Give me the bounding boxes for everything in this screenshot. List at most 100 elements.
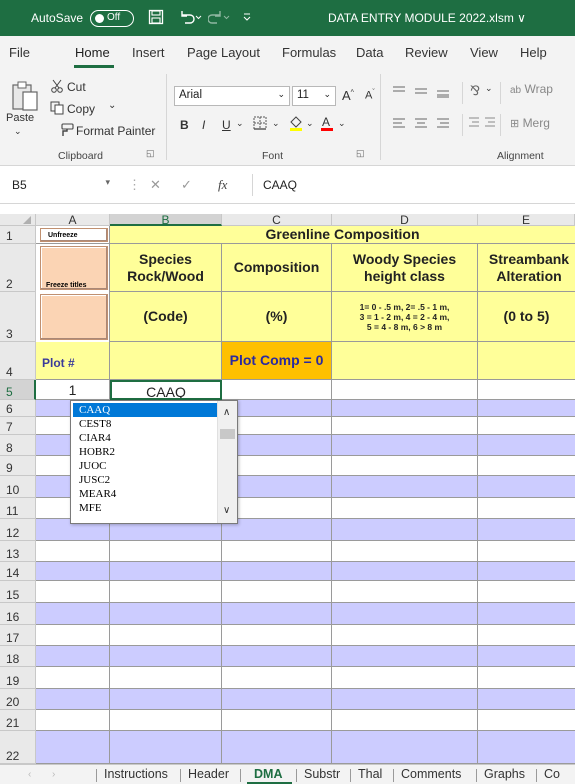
data-cell[interactable] (222, 456, 332, 476)
data-cell[interactable] (478, 581, 575, 603)
species-dropdown-list[interactable]: CAAQ CEST8 CIAR4 HOBR2 JUOC JUSC2 MEAR4 … (70, 400, 238, 524)
decrease-font-size-icon[interactable]: Aˇ (365, 89, 375, 102)
dropdown-scrollbar[interactable]: ∧ ∨ (217, 401, 237, 523)
copy-button[interactable]: Copy (67, 102, 95, 116)
borders-icon[interactable] (252, 115, 268, 134)
cell-e4[interactable] (478, 342, 575, 380)
data-cell[interactable] (478, 476, 575, 498)
dropdown-option[interactable]: HOBR2 (73, 445, 217, 459)
dropdown-option[interactable]: JUOC (73, 459, 217, 473)
insert-function-button[interactable]: fx (218, 177, 227, 193)
paste-button[interactable]: Paste (6, 112, 34, 124)
data-cell[interactable] (222, 541, 332, 562)
data-cell[interactable] (478, 625, 575, 646)
menu-data[interactable]: Data (356, 45, 383, 60)
row-header[interactable]: 17 (0, 625, 36, 646)
column-header-a[interactable]: A (36, 214, 110, 226)
data-cell[interactable] (222, 731, 332, 764)
paste-chevron-icon[interactable]: ⌄ (14, 126, 22, 137)
cell-a5[interactable]: 1 (36, 380, 110, 400)
data-cell[interactable] (222, 710, 332, 731)
data-cell[interactable] (222, 476, 332, 498)
data-cell[interactable] (222, 435, 332, 456)
data-cell[interactable] (332, 519, 478, 541)
data-cell[interactable] (222, 400, 332, 417)
tab-graphs[interactable]: Graphs (484, 767, 525, 781)
bold-button[interactable]: B (180, 118, 189, 132)
tab-co[interactable]: Co (544, 767, 560, 781)
row-header[interactable]: 5 (0, 380, 36, 400)
row-header[interactable]: 12 (0, 519, 36, 541)
data-cell[interactable] (36, 731, 110, 764)
save-icon[interactable] (148, 9, 164, 29)
scroll-down-icon[interactable]: ∨ (223, 505, 230, 516)
format-painter-icon[interactable] (58, 123, 74, 140)
data-cell[interactable] (332, 476, 478, 498)
dropdown-option[interactable]: CIAR4 (73, 431, 217, 445)
increase-font-size-icon[interactable]: A^ (342, 88, 354, 103)
data-cell[interactable] (332, 625, 478, 646)
data-cell[interactable] (110, 731, 222, 764)
data-cell[interactable] (332, 667, 478, 689)
greenline-composition-title[interactable]: Greenline Composition (110, 226, 575, 244)
column-header-e[interactable]: E (478, 214, 575, 226)
data-cell[interactable] (36, 689, 110, 710)
data-cell[interactable] (478, 562, 575, 581)
cell-d4[interactable] (332, 342, 478, 380)
data-cell[interactable] (332, 710, 478, 731)
data-cell[interactable] (222, 417, 332, 435)
data-cell[interactable] (110, 646, 222, 667)
cut-icon[interactable] (50, 79, 64, 96)
data-cell[interactable] (222, 625, 332, 646)
data-cell[interactable] (110, 603, 222, 625)
menu-page-layout[interactable]: Page Layout (187, 45, 260, 60)
chevron-down-icon[interactable]: ⌄ (306, 118, 314, 129)
data-cell[interactable] (478, 710, 575, 731)
data-cell[interactable] (478, 731, 575, 764)
data-cell[interactable] (332, 562, 478, 581)
dropdown-option[interactable]: CEST8 (73, 417, 217, 431)
data-cell[interactable] (110, 625, 222, 646)
data-cell[interactable] (110, 710, 222, 731)
data-cell[interactable] (36, 667, 110, 689)
cell-b5-active[interactable]: CAAQ (110, 380, 222, 400)
woody-height-codes[interactable]: 1= 0 - .5 m, 2= .5 - 1 m, 3 = 1 - 2 m, 4… (332, 292, 478, 342)
row-header[interactable]: 15 (0, 581, 36, 603)
tab-substr[interactable]: Substr (304, 767, 340, 781)
data-cell[interactable] (36, 562, 110, 581)
menu-file[interactable]: File (9, 45, 30, 60)
dropdown-option[interactable]: CAAQ (73, 403, 217, 417)
merge-center-button[interactable]: ⊞ Merg (510, 116, 550, 130)
undo-icon[interactable] (178, 9, 202, 29)
data-cell[interactable] (36, 646, 110, 667)
copy-chevron-icon[interactable]: ⌄ (108, 100, 116, 111)
data-cell[interactable] (478, 541, 575, 562)
clipboard-launcher-icon[interactable]: ◱ (146, 148, 155, 159)
tab-thal[interactable]: Thal (358, 767, 382, 781)
tab-comments[interactable]: Comments (401, 767, 461, 781)
data-cell[interactable] (332, 456, 478, 476)
chevron-down-icon[interactable]: ⌄ (338, 118, 346, 129)
cell-b4[interactable] (110, 342, 222, 380)
customize-toolbar-icon[interactable] (242, 9, 252, 29)
species-header[interactable]: Species Rock/Wood (110, 244, 222, 292)
tab-header[interactable]: Header (188, 767, 229, 781)
row-header[interactable]: 8 (0, 435, 36, 456)
row-header[interactable]: 7 (0, 417, 36, 435)
copy-icon[interactable] (50, 101, 65, 118)
data-cell[interactable] (332, 603, 478, 625)
scroll-thumb[interactable] (220, 429, 235, 439)
menu-insert[interactable]: Insert (132, 45, 165, 60)
row-header[interactable]: 16 (0, 603, 36, 625)
chevron-down-icon[interactable]: ⌄ (272, 118, 280, 129)
data-cell[interactable] (222, 498, 332, 519)
data-cell[interactable] (478, 417, 575, 435)
row-header[interactable]: 3 (0, 292, 36, 342)
row-header[interactable]: 21 (0, 710, 36, 731)
select-all-corner[interactable] (0, 214, 36, 226)
data-cell[interactable] (332, 435, 478, 456)
wrap-text-button[interactable]: ab Wrap (510, 82, 553, 96)
row-header[interactable]: 19 (0, 667, 36, 689)
align-left-icon[interactable] (392, 117, 454, 134)
data-cell[interactable] (332, 581, 478, 603)
